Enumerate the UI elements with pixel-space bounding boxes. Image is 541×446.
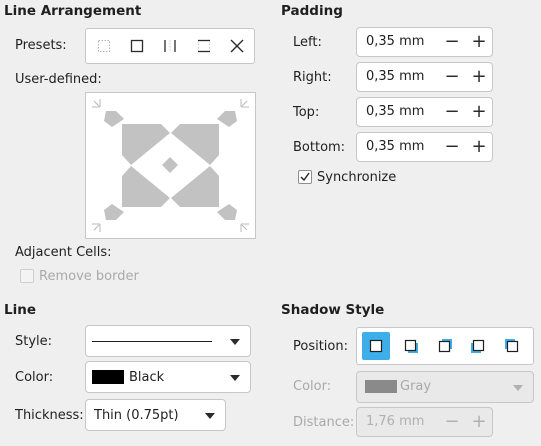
shadow-distance-label: Distance:	[293, 415, 355, 430]
user-defined-label: User-defined:	[15, 72, 102, 87]
line-thickness-label: Thickness:	[15, 408, 84, 423]
remove-border-checkbox[interactable]	[20, 269, 34, 283]
left-right-borders-icon[interactable]	[162, 38, 178, 54]
line-title: Line	[4, 302, 36, 318]
line-color-dropdown[interactable]: Black	[85, 361, 251, 393]
synchronize-label: Synchronize	[317, 170, 397, 185]
chevron-down-icon	[513, 385, 523, 391]
line-thickness-dropdown[interactable]: Thin (0.75pt)	[85, 399, 226, 431]
diagonal-borders-icon[interactable]	[229, 38, 245, 54]
color-swatch	[92, 370, 124, 384]
line-style-dropdown[interactable]	[85, 325, 251, 357]
padding-right-value[interactable]: 0,35 mm	[366, 69, 424, 84]
shadow-style-title: Shadow Style	[281, 302, 385, 318]
shadow-distance-spinbox[interactable]: 1,76 mm − +	[356, 407, 493, 437]
outer-border-icon[interactable]	[129, 38, 145, 54]
decrement-icon[interactable]: −	[441, 31, 463, 53]
decrement-icon[interactable]: −	[441, 101, 463, 123]
increment-icon[interactable]: +	[468, 136, 490, 158]
padding-right-spinbox[interactable]: 0,35 mm − +	[356, 62, 493, 92]
padding-bottom-spinbox[interactable]: 0,35 mm − +	[356, 132, 493, 162]
color-swatch	[365, 380, 397, 393]
decrement-icon[interactable]: −	[441, 136, 463, 158]
padding-title: Padding	[281, 3, 343, 19]
decrement-icon[interactable]: −	[441, 411, 463, 433]
decrement-icon[interactable]: −	[441, 66, 463, 88]
no-shadow-icon[interactable]	[362, 332, 390, 360]
no-borders-icon[interactable]	[96, 38, 112, 54]
increment-icon[interactable]: +	[468, 31, 490, 53]
presets-toolbar	[85, 28, 255, 64]
increment-icon[interactable]: +	[468, 411, 490, 433]
line-color-value: Black	[129, 370, 165, 385]
chevron-down-icon	[230, 375, 240, 381]
presets-label: Presets:	[15, 38, 67, 53]
padding-left-value[interactable]: 0,35 mm	[366, 34, 424, 49]
line-color-label: Color:	[15, 370, 54, 385]
padding-left-spinbox[interactable]: 0,35 mm − +	[356, 27, 493, 57]
line-style-preview	[92, 341, 212, 342]
checkmark-icon	[300, 172, 310, 182]
adjacent-cells-label: Adjacent Cells:	[15, 245, 112, 260]
shadow-distance-value[interactable]: 1,76 mm	[366, 414, 424, 429]
chevron-down-icon	[230, 339, 240, 345]
line-style-label: Style:	[15, 334, 53, 349]
padding-top-spinbox[interactable]: 0,35 mm − +	[356, 97, 493, 127]
increment-icon[interactable]: +	[468, 101, 490, 123]
shadow-bottom-left-icon[interactable]	[464, 332, 492, 360]
padding-bottom-value[interactable]: 0,35 mm	[366, 139, 424, 154]
top-bottom-borders-icon[interactable]	[196, 38, 212, 54]
border-preview-diagram	[92, 99, 249, 232]
padding-right-label: Right:	[293, 70, 332, 85]
synchronize-checkbox[interactable]	[298, 170, 312, 184]
shadow-top-left-icon[interactable]	[498, 332, 526, 360]
shadow-position-toolbar	[356, 327, 534, 365]
line-arrangement-title: Line Arrangement	[4, 3, 142, 19]
shadow-color-value: Gray	[400, 379, 432, 394]
shadow-color-label: Color:	[293, 379, 332, 394]
chevron-down-icon	[205, 413, 215, 419]
padding-left-label: Left:	[293, 35, 322, 50]
line-thickness-value: Thin (0.75pt)	[94, 408, 179, 423]
user-defined-border-canvas[interactable]	[85, 92, 256, 239]
padding-top-label: Top:	[293, 105, 320, 120]
shadow-top-right-icon[interactable]	[431, 332, 459, 360]
shadow-position-label: Position:	[293, 339, 348, 354]
shadow-bottom-right-icon[interactable]	[397, 332, 425, 360]
padding-top-value[interactable]: 0,35 mm	[366, 104, 424, 119]
remove-border-label: Remove border	[39, 269, 139, 284]
increment-icon[interactable]: +	[468, 66, 490, 88]
padding-bottom-label: Bottom:	[293, 140, 346, 155]
shadow-color-dropdown[interactable]: Gray	[356, 371, 534, 403]
